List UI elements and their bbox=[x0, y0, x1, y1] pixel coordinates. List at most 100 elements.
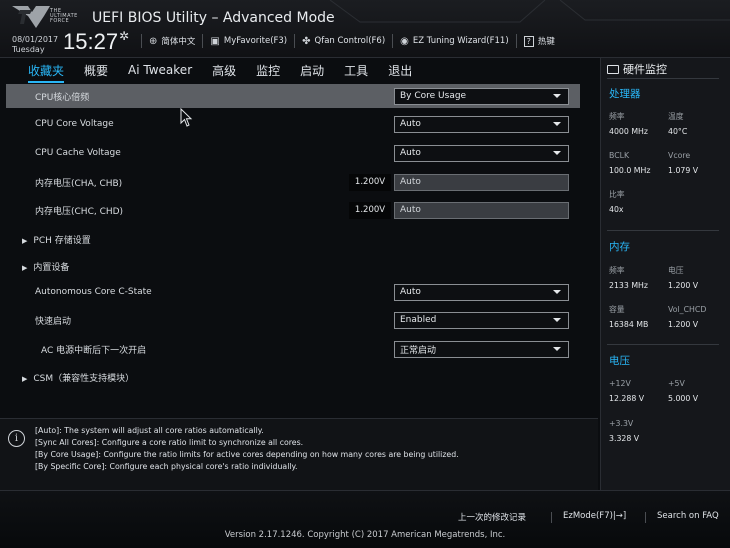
kv-label: 电压 bbox=[668, 266, 684, 275]
chevron-down-icon bbox=[553, 150, 561, 155]
fast-boot-dropdown[interactable]: Enabled bbox=[394, 311, 569, 329]
cpu-core-voltage-dropdown[interactable]: Auto bbox=[394, 115, 569, 133]
dropdown-value: Auto bbox=[400, 148, 421, 158]
cpu-ratio-dropdown[interactable]: By Core Usage bbox=[394, 87, 569, 105]
setting-ac-power-loss[interactable]: AC 电源中断后下一次开启 正常启动 bbox=[6, 337, 580, 361]
submenu-label: PCH 存储设置 bbox=[33, 235, 91, 246]
hotkeys-button[interactable]: ? 热键 bbox=[515, 34, 562, 48]
search-faq-button[interactable]: Search on FAQ bbox=[657, 511, 719, 521]
memory-section-title: 内存 bbox=[609, 241, 630, 253]
dropdown-value: Enabled bbox=[400, 315, 437, 325]
tab-advanced[interactable]: 高级 bbox=[212, 62, 236, 79]
kv-value: 2133 MHz bbox=[609, 281, 649, 290]
setting-label: CPU Cache Voltage bbox=[35, 148, 121, 158]
tab-ai-tweaker[interactable]: Ai Tweaker bbox=[128, 63, 192, 77]
hw-monitor-title-text: 硬件监控 bbox=[623, 63, 667, 76]
tab-monitor[interactable]: 监控 bbox=[256, 62, 280, 79]
bulb-icon: ◉ bbox=[400, 35, 409, 47]
logo-text: THE ULTIMATE FORCE bbox=[50, 8, 78, 24]
cpu-cache-voltage-dropdown[interactable]: Auto bbox=[394, 144, 569, 162]
setting-label: 内存电压(CHA, CHB) bbox=[35, 178, 123, 189]
hotkeys-label: 热键 bbox=[537, 37, 555, 47]
fan-icon: ✤ bbox=[302, 35, 311, 47]
divider bbox=[607, 230, 719, 231]
help-line: [By Core Usage]: Configure the ratio lim… bbox=[35, 450, 459, 459]
ezmode-button[interactable]: EzMode(F7)|→] bbox=[563, 511, 626, 521]
submenu-label: 内置设备 bbox=[33, 262, 70, 273]
cpu-freq: 频率 4000 MHz bbox=[609, 111, 648, 137]
kv-value: 1.200 V bbox=[668, 320, 699, 329]
setting-dram-voltage-cd[interactable]: 内存电压(CHC, CHD) 1.200V Auto bbox=[6, 198, 580, 222]
tab-favorites[interactable]: 收藏夹 bbox=[28, 62, 65, 83]
qfan-button[interactable]: ✤ Qfan Control(F6) bbox=[294, 34, 392, 48]
volt-5v: +5V 5.000 V bbox=[668, 378, 698, 404]
setting-cpu-cache-voltage[interactable]: CPU Cache Voltage Auto bbox=[6, 141, 580, 165]
setting-cpu-ratio[interactable]: CPU核心倍频 By Core Usage bbox=[6, 84, 580, 108]
dram-voltage-ab-input[interactable]: Auto bbox=[394, 173, 569, 191]
tab-tool[interactable]: 工具 bbox=[344, 62, 368, 79]
gear-icon[interactable]: ✲ bbox=[119, 29, 129, 43]
setting-label: AC 电源中断后下一次开启 bbox=[41, 345, 147, 356]
mem-capacity: 容量 16384 MB bbox=[609, 304, 648, 330]
dram-voltage-cd-input[interactable]: Auto bbox=[394, 201, 569, 219]
setting-label: CPU Core Voltage bbox=[35, 119, 114, 129]
version-text: Version 2.17.1246. Copyright (C) 2017 Am… bbox=[224, 530, 506, 540]
setting-dram-voltage-ab[interactable]: 内存电压(CHA, CHB) 1.200V Auto bbox=[6, 170, 580, 194]
setting-cpu-core-voltage[interactable]: CPU Core Voltage Auto bbox=[6, 112, 580, 136]
kv-label: 比率 bbox=[609, 190, 625, 199]
question-icon: ? bbox=[523, 35, 534, 47]
day-text: Tuesday bbox=[12, 45, 45, 54]
cpu-section-title: 处理器 bbox=[609, 88, 641, 100]
top-bar: THE ULTIMATE FORCE UEFI BIOS Utility – A… bbox=[0, 0, 730, 58]
submenu-onboard-devices[interactable]: ▶ 内置设备 bbox=[6, 254, 580, 278]
kv-value: 1.200 V bbox=[668, 281, 699, 290]
hw-monitor-title: 硬件监控 bbox=[607, 61, 667, 77]
clock: 15:27 bbox=[63, 29, 119, 54]
setting-label: CPU核心倍频 bbox=[35, 92, 90, 103]
setting-fast-boot[interactable]: 快速启动 Enabled bbox=[6, 308, 580, 332]
mouse-cursor-icon bbox=[180, 108, 193, 127]
language-button[interactable]: ⊕ 简体中文 bbox=[141, 34, 202, 48]
submenu-label-wrap: ▶ PCH 存储设置 bbox=[22, 233, 91, 246]
help-line: [Sync All Cores]: Configure a core ratio… bbox=[35, 438, 304, 447]
star-icon: ▣ bbox=[210, 35, 220, 47]
divider bbox=[607, 344, 719, 345]
submenu-pch-storage[interactable]: ▶ PCH 存储设置 bbox=[6, 227, 580, 251]
tab-main[interactable]: 概要 bbox=[84, 62, 108, 79]
volt-3v3: +3.3V 3.328 V bbox=[609, 418, 639, 444]
submenu-csm[interactable]: ▶ CSM（兼容性支持模块） bbox=[6, 365, 580, 389]
kv-value: 4000 MHz bbox=[609, 127, 649, 136]
kv-label: 温度 bbox=[668, 112, 684, 121]
tab-exit[interactable]: 退出 bbox=[388, 62, 412, 79]
cpu-vcore: Vcore 1.079 V bbox=[668, 150, 698, 176]
kv-value: 40°C bbox=[668, 127, 688, 136]
chevron-down-icon bbox=[553, 289, 561, 294]
tab-boot[interactable]: 启动 bbox=[300, 62, 324, 79]
voltage-reading: 1.200V bbox=[349, 173, 391, 191]
caret-right-icon: ▶ bbox=[22, 263, 28, 272]
cpu-ratio: 比率 40x bbox=[609, 189, 625, 215]
last-modified-button[interactable]: 上一次的修改记录 bbox=[458, 511, 526, 523]
cpu-temp: 温度 40°C bbox=[668, 111, 687, 137]
myfavorite-button[interactable]: ▣ MyFavorite(F3) bbox=[202, 34, 294, 48]
kv-value: 1.079 V bbox=[668, 166, 699, 175]
ez-tuning-button[interactable]: ◉ EZ Tuning Wizard(F11) bbox=[392, 34, 515, 48]
kv-label: 频率 bbox=[609, 112, 625, 121]
setting-c-state[interactable]: Autonomous Core C-State Auto bbox=[6, 280, 580, 304]
qfan-label: Qfan Control(F6) bbox=[314, 36, 386, 46]
caret-right-icon: ▶ bbox=[22, 236, 28, 245]
c-state-dropdown[interactable]: Auto bbox=[394, 283, 569, 301]
kv-value: 3.328 V bbox=[609, 434, 640, 443]
kv-label: 容量 bbox=[609, 305, 625, 314]
kv-value: 40x bbox=[609, 205, 624, 214]
mem-vol-chcd: Vol_CHCD 1.200 V bbox=[668, 304, 706, 330]
help-text: [Auto]: The system will adjust all core … bbox=[35, 425, 459, 473]
ez-tuning-label: EZ Tuning Wizard(F11) bbox=[412, 36, 509, 46]
divider bbox=[645, 512, 646, 523]
kv-label: +12V bbox=[609, 379, 631, 388]
help-line: [By Specific Core]: Configure each physi… bbox=[35, 462, 298, 471]
ac-power-loss-dropdown[interactable]: 正常启动 bbox=[394, 340, 569, 358]
chevron-down-icon bbox=[553, 346, 561, 351]
setting-label: 内存电压(CHC, CHD) bbox=[35, 206, 124, 217]
monitor-icon bbox=[607, 64, 619, 74]
